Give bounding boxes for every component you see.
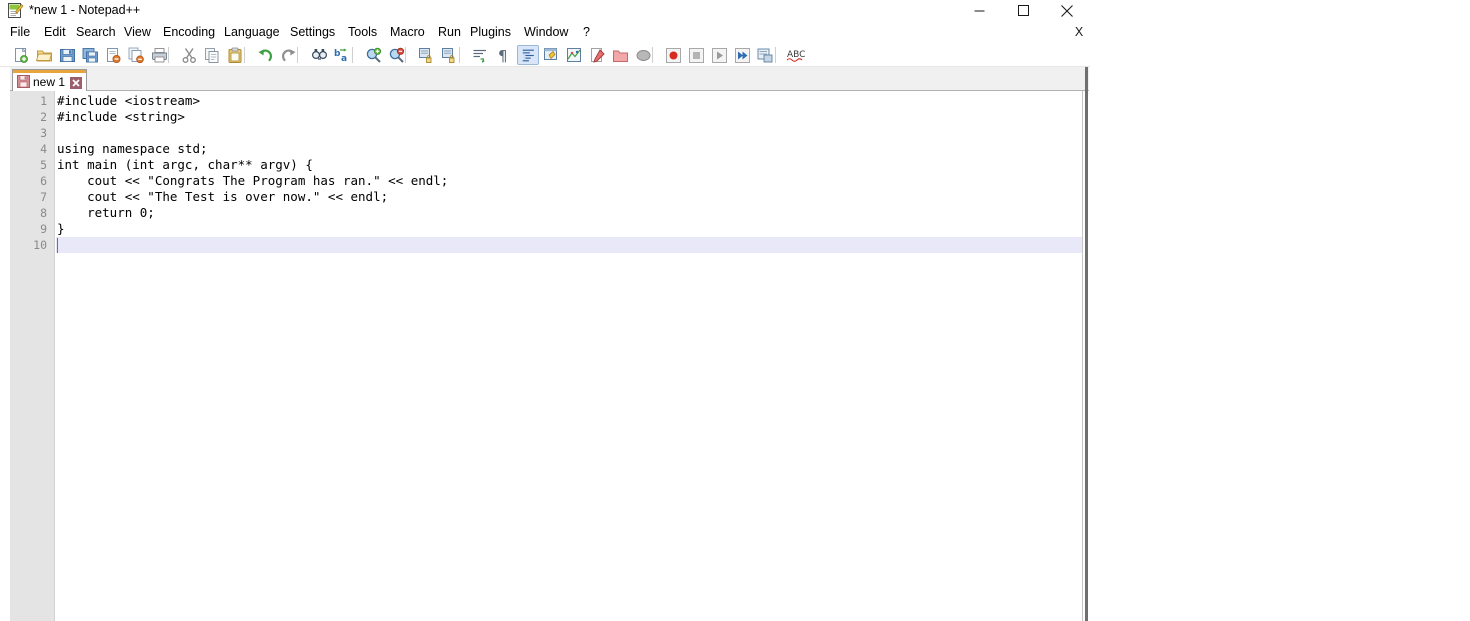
document-map-icon[interactable] bbox=[563, 45, 585, 65]
line-number: 9 bbox=[40, 222, 47, 236]
toolbar-separator bbox=[168, 47, 169, 63]
code-line: int main (int argc, char** argv) { bbox=[57, 157, 313, 172]
user-defined-dialog-icon[interactable] bbox=[540, 45, 562, 65]
svg-text:¶: ¶ bbox=[498, 47, 508, 64]
line-number: 8 bbox=[40, 206, 47, 220]
line-number: 6 bbox=[40, 174, 47, 188]
line-number-gutter: 1 2 3 4 5 6 7 8 9 10 bbox=[10, 91, 55, 621]
save-macro-icon[interactable] bbox=[754, 45, 776, 65]
line-number: 5 bbox=[40, 158, 47, 172]
toolbar: ba ¶ ABC bbox=[0, 43, 1090, 67]
tab-close-icon[interactable] bbox=[70, 76, 83, 89]
code-line: #include <iostream> bbox=[57, 93, 200, 108]
cut-icon[interactable] bbox=[178, 45, 200, 65]
paste-icon[interactable] bbox=[224, 45, 246, 65]
record-macro-icon[interactable] bbox=[662, 45, 684, 65]
open-file-icon[interactable] bbox=[33, 45, 55, 65]
function-list-icon[interactable] bbox=[586, 45, 608, 65]
close-button[interactable] bbox=[1045, 0, 1089, 21]
replace-icon[interactable]: ba bbox=[331, 45, 353, 65]
code-text-area[interactable]: #include <iostream> #include <string> us… bbox=[57, 91, 1087, 621]
toolbar-separator bbox=[405, 47, 406, 63]
menu-plugins[interactable]: Plugins bbox=[465, 21, 516, 43]
close-all-documents-icon[interactable] bbox=[125, 45, 147, 65]
screen: *new 1 - Notepad++ File Edit Search View… bbox=[0, 0, 1470, 621]
monitoring-icon[interactable] bbox=[632, 45, 654, 65]
redo-icon[interactable] bbox=[277, 45, 299, 65]
window-right-border bbox=[1085, 67, 1088, 621]
menu-settings[interactable]: Settings bbox=[285, 21, 340, 43]
code-editor[interactable]: 1 2 3 4 5 6 7 8 9 10 #include <iostream>… bbox=[10, 91, 1089, 621]
save-all-icon[interactable] bbox=[79, 45, 101, 65]
notepad-plus-plus-icon bbox=[7, 2, 24, 19]
print-icon[interactable] bbox=[148, 45, 170, 65]
menu-search[interactable]: Search bbox=[71, 21, 121, 43]
code-line: cout << "Congrats The Program has ran." … bbox=[57, 173, 449, 188]
tab-new-1[interactable]: new 1 bbox=[12, 69, 88, 91]
line-number: 4 bbox=[40, 142, 47, 156]
tab-active-stripe bbox=[13, 70, 87, 73]
menu-bar: File Edit Search View Encoding Language … bbox=[0, 21, 1090, 43]
zoom-out-icon[interactable] bbox=[385, 45, 407, 65]
code-line: return 0; bbox=[57, 205, 155, 220]
menu-file[interactable]: File bbox=[5, 21, 35, 43]
close-document-x-button[interactable]: X bbox=[1070, 21, 1088, 43]
code-line: #include <string> bbox=[57, 109, 185, 124]
line-number: 3 bbox=[40, 126, 47, 140]
show-all-characters-icon[interactable]: ¶ bbox=[492, 45, 514, 65]
minimize-button[interactable] bbox=[957, 0, 1001, 21]
line-number: 2 bbox=[40, 110, 47, 124]
sync-horizontal-scroll-icon[interactable] bbox=[438, 45, 460, 65]
new-file-icon[interactable] bbox=[10, 45, 32, 65]
code-line: using namespace std; bbox=[57, 141, 208, 156]
menu-language[interactable]: Language bbox=[219, 21, 285, 43]
close-document-icon[interactable] bbox=[102, 45, 124, 65]
svg-text:b: b bbox=[334, 49, 341, 59]
toolbar-separator bbox=[352, 47, 353, 63]
save-icon[interactable] bbox=[56, 45, 78, 65]
indent-guideline-icon[interactable] bbox=[517, 45, 539, 65]
title-bar: *new 1 - Notepad++ bbox=[0, 0, 1090, 21]
copy-icon[interactable] bbox=[201, 45, 223, 65]
line-number: 7 bbox=[40, 190, 47, 204]
menu-macro[interactable]: Macro bbox=[385, 21, 430, 43]
menu-tools[interactable]: Tools bbox=[343, 21, 382, 43]
find-icon[interactable] bbox=[308, 45, 330, 65]
undo-icon[interactable] bbox=[254, 45, 276, 65]
toolbar-separator bbox=[459, 47, 460, 63]
line-number: 10 bbox=[33, 238, 47, 252]
play-macro-icon[interactable] bbox=[708, 45, 730, 65]
text-caret bbox=[57, 238, 58, 253]
toolbar-separator bbox=[297, 47, 298, 63]
tab-bar: new 1 bbox=[10, 67, 1089, 91]
code-line: cout << "The Test is over now." << endl; bbox=[57, 189, 389, 204]
toolbar-separator bbox=[775, 47, 776, 63]
menu-edit[interactable]: Edit bbox=[39, 21, 71, 43]
folder-as-workspace-icon[interactable] bbox=[609, 45, 631, 65]
menu-encoding[interactable]: Encoding bbox=[158, 21, 220, 43]
toolbar-separator bbox=[244, 47, 245, 63]
sync-vertical-scroll-icon[interactable] bbox=[415, 45, 437, 65]
menu-help[interactable]: ? bbox=[578, 21, 595, 43]
menu-run[interactable]: Run bbox=[433, 21, 466, 43]
toolbar-separator bbox=[652, 47, 653, 63]
code-line: } bbox=[57, 221, 65, 236]
line-number: 1 bbox=[40, 94, 47, 108]
menu-window[interactable]: Window bbox=[519, 21, 573, 43]
menu-view[interactable]: View bbox=[119, 21, 156, 43]
stop-macro-icon[interactable] bbox=[685, 45, 707, 65]
svg-text:a: a bbox=[341, 54, 347, 64]
play-macro-multiple-icon[interactable] bbox=[731, 45, 753, 65]
tab-label: new 1 bbox=[33, 74, 66, 89]
unsaved-save-icon bbox=[17, 75, 30, 88]
maximize-button[interactable] bbox=[1001, 0, 1045, 21]
word-wrap-icon[interactable] bbox=[469, 45, 491, 65]
notepad-plus-plus-window: *new 1 - Notepad++ File Edit Search View… bbox=[0, 0, 1090, 621]
window-title: *new 1 - Notepad++ bbox=[29, 3, 141, 17]
spell-check-icon[interactable]: ABC bbox=[785, 45, 811, 65]
zoom-in-icon[interactable] bbox=[362, 45, 384, 65]
